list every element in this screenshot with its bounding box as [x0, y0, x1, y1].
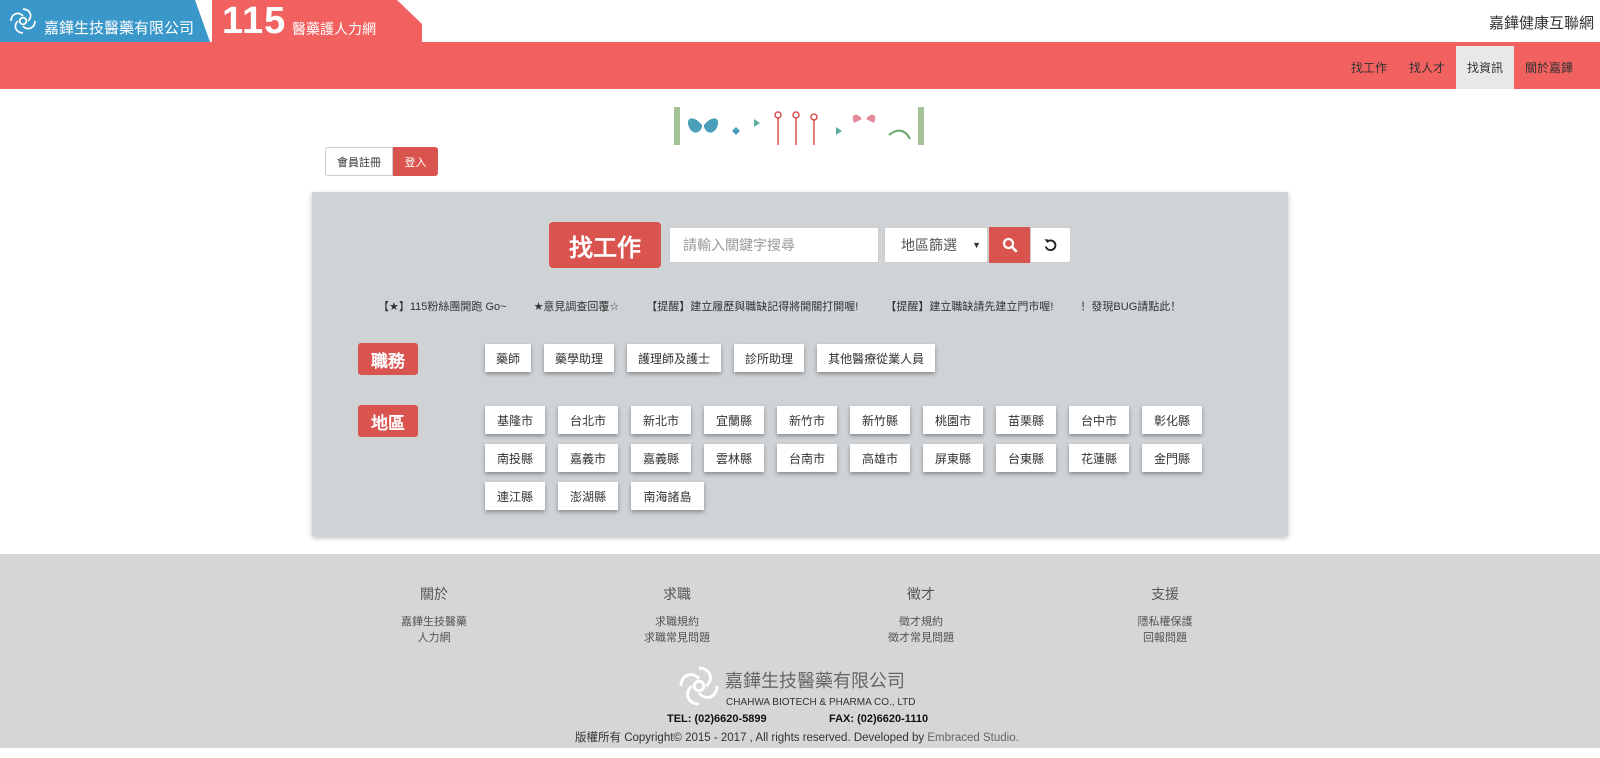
refresh-icon [1044, 238, 1057, 251]
search-icon [1002, 237, 1017, 253]
butterfly-icon [687, 118, 740, 135]
footer-link[interactable]: 隱私權保護 [1085, 614, 1245, 630]
job-search-panel: 找工作 地區篩選 ▼ 【★】115粉絲團開跑 Go~ ★意見調查回覆☆ 【提醒】… [312, 192, 1288, 536]
region-tag[interactable]: 台中市 [1069, 406, 1129, 434]
job-category-tags: 藥師 藥學助理 護理師及護士 診所助理 其他醫療從業人員 [485, 344, 948, 372]
footer-link[interactable]: 求職規約 [597, 614, 757, 630]
region-tag[interactable]: 澎湖縣 [558, 482, 618, 510]
butterfly-flower-banner [674, 107, 924, 145]
notice-list: 【★】115粉絲團開跑 Go~ ★意見調查回覆☆ 【提醒】建立履歷與職缺記得將開… [378, 298, 1181, 314]
brand-subtitle: 醫藥護人力網 [292, 21, 376, 37]
region-tag[interactable]: 新竹市 [777, 406, 837, 434]
region-tag[interactable]: 雲林縣 [704, 444, 764, 472]
job-tag[interactable]: 藥師 [485, 344, 532, 372]
footer-copyright: 版權所有 Copyright© 2015 - 2017 , All rights… [575, 729, 1019, 745]
footer-link[interactable]: 徵才常見問題 [841, 630, 1001, 646]
login-button[interactable]: 登入 [393, 147, 438, 176]
footer-company-logo-icon [679, 666, 719, 706]
footer-heading: 關於 [420, 586, 448, 602]
reset-button[interactable] [1030, 227, 1071, 263]
developer-link[interactable]: Embraced Studio. [927, 732, 1018, 744]
job-tag[interactable]: 診所助理 [734, 344, 805, 372]
region-tag[interactable]: 苗栗縣 [996, 406, 1056, 434]
brand-number: 115 [222, 0, 287, 42]
company-brand-link[interactable]: 嘉鏵生技醫藥有限公司 [0, 0, 210, 42]
footer-fax: FAX: (02)6620-1110 [829, 713, 929, 725]
notice-link[interactable]: 【提醒】建立職缺請先建立門市喔! [885, 298, 1053, 314]
notice-link[interactable]: ！發現BUG請點此！ [1080, 298, 1181, 314]
search-button[interactable] [989, 227, 1030, 263]
nav-find-jobs[interactable]: 找工作 [1340, 46, 1398, 89]
region-tag[interactable]: 基隆市 [485, 406, 545, 434]
region-tag[interactable]: 新北市 [631, 406, 691, 434]
region-tag[interactable]: 台北市 [558, 406, 618, 434]
region-tag[interactable]: 彰化縣 [1142, 406, 1202, 434]
footer-company-name: 嘉鏵生技醫藥有限公司 [725, 671, 905, 691]
job-tag[interactable]: 其他醫療從業人員 [817, 344, 936, 372]
footer-company-english-name: CHAHWA BIOTECH & PHARMA CO., LTD [726, 697, 916, 708]
footer-link[interactable]: 回報問題 [1085, 630, 1245, 646]
footer-link[interactable]: 求職常見問題 [597, 630, 757, 646]
copyright-text: 版權所有 Copyright© 2015 - 2017 , All rights… [575, 732, 925, 744]
footer-link[interactable]: 嘉鏵生技醫藥 [354, 614, 514, 630]
company-logo-icon [10, 8, 36, 34]
main-navbar: 找工作 找人才 找資訊 關於嘉鏵 [0, 42, 1600, 89]
recruitment-site-brand-link[interactable]: 115 醫藥護人力網 [212, 0, 422, 42]
region-tag[interactable]: 金門縣 [1142, 444, 1202, 472]
footer-column-jobseeker: 求職 求職規約 求職常見問題 [597, 584, 757, 646]
region-tag[interactable]: 嘉義縣 [631, 444, 691, 472]
footer-heading: 徵才 [907, 586, 935, 602]
job-tag[interactable]: 護理師及護士 [627, 344, 722, 372]
footer-telephone: TEL: (02)6620-5899 [667, 713, 767, 725]
footer-link[interactable]: 人力網 [354, 630, 514, 646]
search-title: 找工作 [549, 222, 661, 268]
footer-column-about: 關於 嘉鏵生技醫藥 人力網 [354, 584, 514, 646]
main-nav: 找工作 找人才 找資訊 關於嘉鏵 [1340, 46, 1584, 89]
job-tag[interactable]: 藥學助理 [544, 344, 615, 372]
auth-buttons: 會員註冊 登入 [325, 147, 438, 176]
nav-find-info[interactable]: 找資訊 [1455, 46, 1514, 89]
bottom-strip [0, 748, 1600, 758]
footer-link[interactable]: 徵才規約 [841, 614, 1001, 630]
region-tag[interactable]: 桃園市 [923, 406, 983, 434]
region-tag[interactable]: 南海諸島 [631, 482, 704, 510]
region-tag[interactable]: 連江縣 [485, 482, 545, 510]
region-filter-select[interactable]: 地區篩選 ▼ [884, 227, 988, 263]
nav-about[interactable]: 關於嘉鏵 [1514, 46, 1584, 89]
footer-heading: 支援 [1151, 586, 1179, 602]
keyword-search-input[interactable] [669, 227, 879, 263]
region-tag[interactable]: 台南市 [777, 444, 837, 472]
region-tag[interactable]: 嘉義市 [558, 444, 618, 472]
notice-link[interactable]: 【★】115粉絲團開跑 Go~ [378, 298, 507, 314]
region-filter-label: 地區篩選 [901, 237, 957, 253]
region-category-tags: 基隆市 台北市 新北市 宜蘭縣 新竹市 新竹縣 桃園市 苗栗縣 台中市 彰化縣 … [485, 406, 1285, 520]
region-tag[interactable]: 宜蘭縣 [704, 406, 764, 434]
region-tag[interactable]: 南投縣 [485, 444, 545, 472]
region-tag[interactable]: 花蓮縣 [1069, 444, 1129, 472]
region-tag[interactable]: 屏東縣 [923, 444, 983, 472]
site-footer: 關於 嘉鏵生技醫藥 人力網 求職 求職規約 求職常見問題 徵才 徵才規約 徵才常… [0, 554, 1600, 748]
caret-down-icon: ▼ [972, 240, 981, 250]
footer-heading: 求職 [663, 586, 691, 602]
notice-link[interactable]: ★意見調查回覆☆ [534, 298, 620, 314]
footer-column-recruit: 徵才 徵才規約 徵才常見問題 [841, 584, 1001, 646]
nav-find-talent[interactable]: 找人才 [1398, 46, 1456, 89]
health-network-link[interactable]: 嘉鏵健康互聯網 [1489, 12, 1594, 33]
top-bar: 嘉鏵生技醫藥有限公司 115 醫藥護人力網 嘉鏵健康互聯網 [0, 0, 1600, 42]
region-tag[interactable]: 台東縣 [996, 444, 1056, 472]
region-tag[interactable]: 高雄市 [850, 444, 910, 472]
job-category-label: 職務 [358, 343, 418, 375]
region-category-label: 地區 [358, 405, 418, 437]
region-tag[interactable]: 新竹縣 [850, 406, 910, 434]
notice-link[interactable]: 【提醒】建立履歷與職缺記得將開關打開喔! [646, 298, 858, 314]
register-button[interactable]: 會員註冊 [325, 147, 393, 176]
footer-column-support: 支援 隱私權保護 回報問題 [1085, 584, 1245, 646]
company-name: 嘉鏵生技醫藥有限公司 [44, 19, 195, 37]
